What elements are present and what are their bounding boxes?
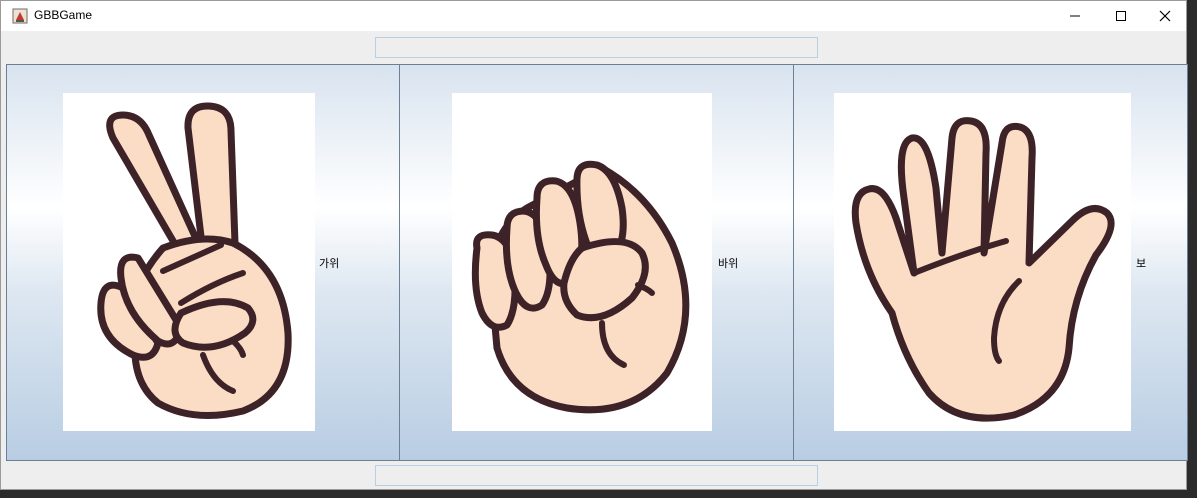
maximize-icon (1116, 11, 1126, 21)
scissors-hand-icon (63, 93, 315, 431)
bottom-result-field[interactable] (375, 465, 818, 486)
java-app-icon (12, 8, 28, 24)
top-result-field[interactable] (375, 37, 818, 58)
close-icon (1159, 10, 1171, 22)
rock-button[interactable]: 바위 (400, 64, 794, 461)
window-title: GBBGame (34, 8, 93, 22)
minimize-icon (1070, 15, 1080, 17)
scissors-button[interactable]: 가위 (6, 64, 400, 461)
title-bar[interactable]: GBBGame (1, 1, 1186, 31)
maximize-button[interactable] (1098, 1, 1144, 31)
paper-button[interactable]: 보 (794, 64, 1188, 461)
choice-label-paper: 보 (1136, 257, 1147, 270)
choice-panel-row: 가위 바위 보 (6, 64, 1188, 461)
app-window: GBBGame 가위 바위 보 (0, 0, 1188, 490)
paper-palm-icon (834, 93, 1131, 431)
minimize-button[interactable] (1052, 1, 1098, 31)
choice-label-rock: 바위 (718, 257, 739, 270)
close-button[interactable] (1142, 1, 1188, 31)
rock-fist-icon (452, 93, 712, 431)
choice-label-scissors: 가위 (319, 257, 340, 270)
background-editor-strip (0, 490, 1197, 498)
